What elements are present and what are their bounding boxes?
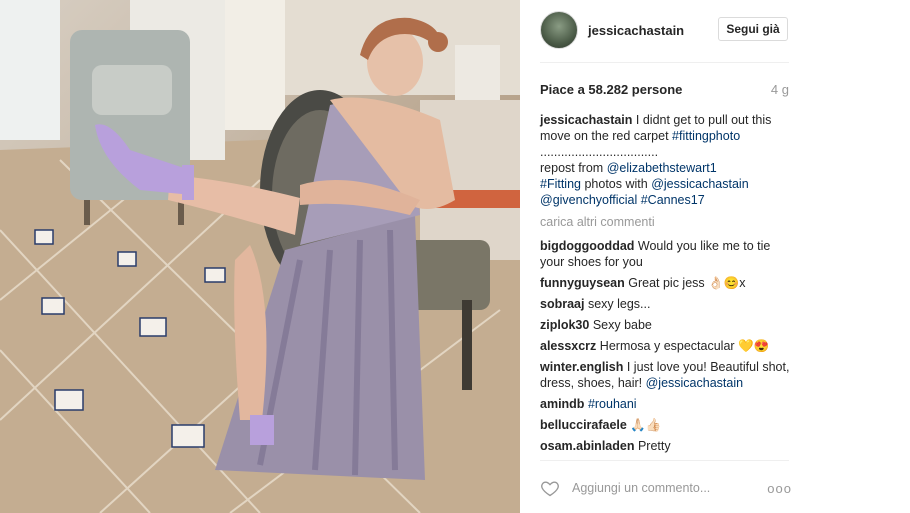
avatar[interactable] — [540, 11, 578, 49]
comment: sobraaj sexy legs... — [540, 296, 792, 312]
following-button[interactable]: Segui già — [718, 17, 788, 41]
comment: amindb #rouhani — [540, 396, 792, 412]
comment-text: sexy legs... — [587, 297, 651, 311]
comment-username[interactable]: bigdoggooddad — [540, 239, 634, 253]
caption-dots: .................................. — [540, 145, 659, 159]
more-options-icon[interactable]: ooo — [767, 481, 792, 496]
comment: funnyguysean Great pic jess 👌🏻😊x — [540, 275, 792, 291]
comment-username[interactable]: amindb — [540, 397, 584, 411]
comment: belluccirafaele 🙏🏻👍🏻 — [540, 417, 792, 433]
comment: alessxcrz Hermosa y espectacular 💛😍 — [540, 338, 792, 354]
caption-username[interactable]: jessicachastain — [540, 113, 632, 127]
heart-outline-icon[interactable] — [540, 478, 560, 498]
comment-text: Great pic jess 👌🏻😊x — [628, 276, 746, 290]
load-more-comments[interactable]: carica altri commenti — [540, 214, 792, 230]
comment: ziplok30 Sexy babe — [540, 317, 792, 333]
comment-username[interactable]: osam.abinladen — [540, 439, 634, 453]
comment-username[interactable]: sobraaj — [540, 297, 584, 311]
add-comment-input[interactable] — [572, 481, 768, 495]
comment-text: 🙏🏻👍🏻 — [630, 418, 662, 432]
comment-text: Sexy babe — [592, 318, 652, 332]
comment-username[interactable]: belluccirafaele — [540, 418, 627, 432]
post-modal: jessicachastain Segui già Piace a 58.282… — [0, 0, 910, 513]
comment-username[interactable]: ziplok30 — [540, 318, 589, 332]
mention-link[interactable]: @jessicachastain — [651, 177, 748, 191]
comment: winter.english I just love you! Beautifu… — [540, 359, 792, 391]
post-photo[interactable] — [0, 0, 520, 513]
photo-illustration — [0, 0, 520, 513]
hashtag-link[interactable]: #Fitting — [540, 177, 581, 191]
comment-username[interactable]: winter.english — [540, 360, 623, 374]
comment-username[interactable]: funnyguysean — [540, 276, 625, 290]
comment: bigdoggooddad Would you like me to tie y… — [540, 238, 792, 270]
footer-divider — [540, 460, 789, 461]
comment-username[interactable]: alessxcrz — [540, 339, 596, 353]
hashtag-link[interactable]: #Cannes17 — [641, 193, 705, 207]
comments-list: jessicachastain I didnt get to pull out … — [540, 112, 792, 459]
post-side-panel: jessicachastain Segui già Piace a 58.282… — [520, 0, 910, 513]
comment-footer: ooo — [540, 473, 792, 503]
header-divider — [540, 62, 789, 63]
caption-text: photos with — [581, 177, 652, 191]
comment: osam.abinladen Pretty — [540, 438, 792, 454]
caption-text: repost from — [540, 161, 607, 175]
mention-link[interactable]: @givenchyofficial — [540, 193, 637, 207]
likes-count[interactable]: Piace a 58.282 persone — [540, 82, 682, 97]
mention-link[interactable]: @elizabethstewart1 — [607, 161, 717, 175]
comment-text: Hermosa y espectacular 💛😍 — [599, 339, 770, 353]
hashtag-link[interactable]: #rouhani — [588, 397, 637, 411]
hashtag-link[interactable]: #fittingphoto — [672, 129, 740, 143]
caption: jessicachastain I didnt get to pull out … — [540, 112, 792, 208]
comment-text: Pretty — [637, 439, 671, 453]
mention-link[interactable]: @jessicachastain — [646, 376, 743, 390]
author-username[interactable]: jessicachastain — [588, 23, 684, 38]
post-age: 4 g — [770, 81, 789, 97]
likes-row: Piace a 58.282 persone 4 g — [540, 80, 789, 98]
